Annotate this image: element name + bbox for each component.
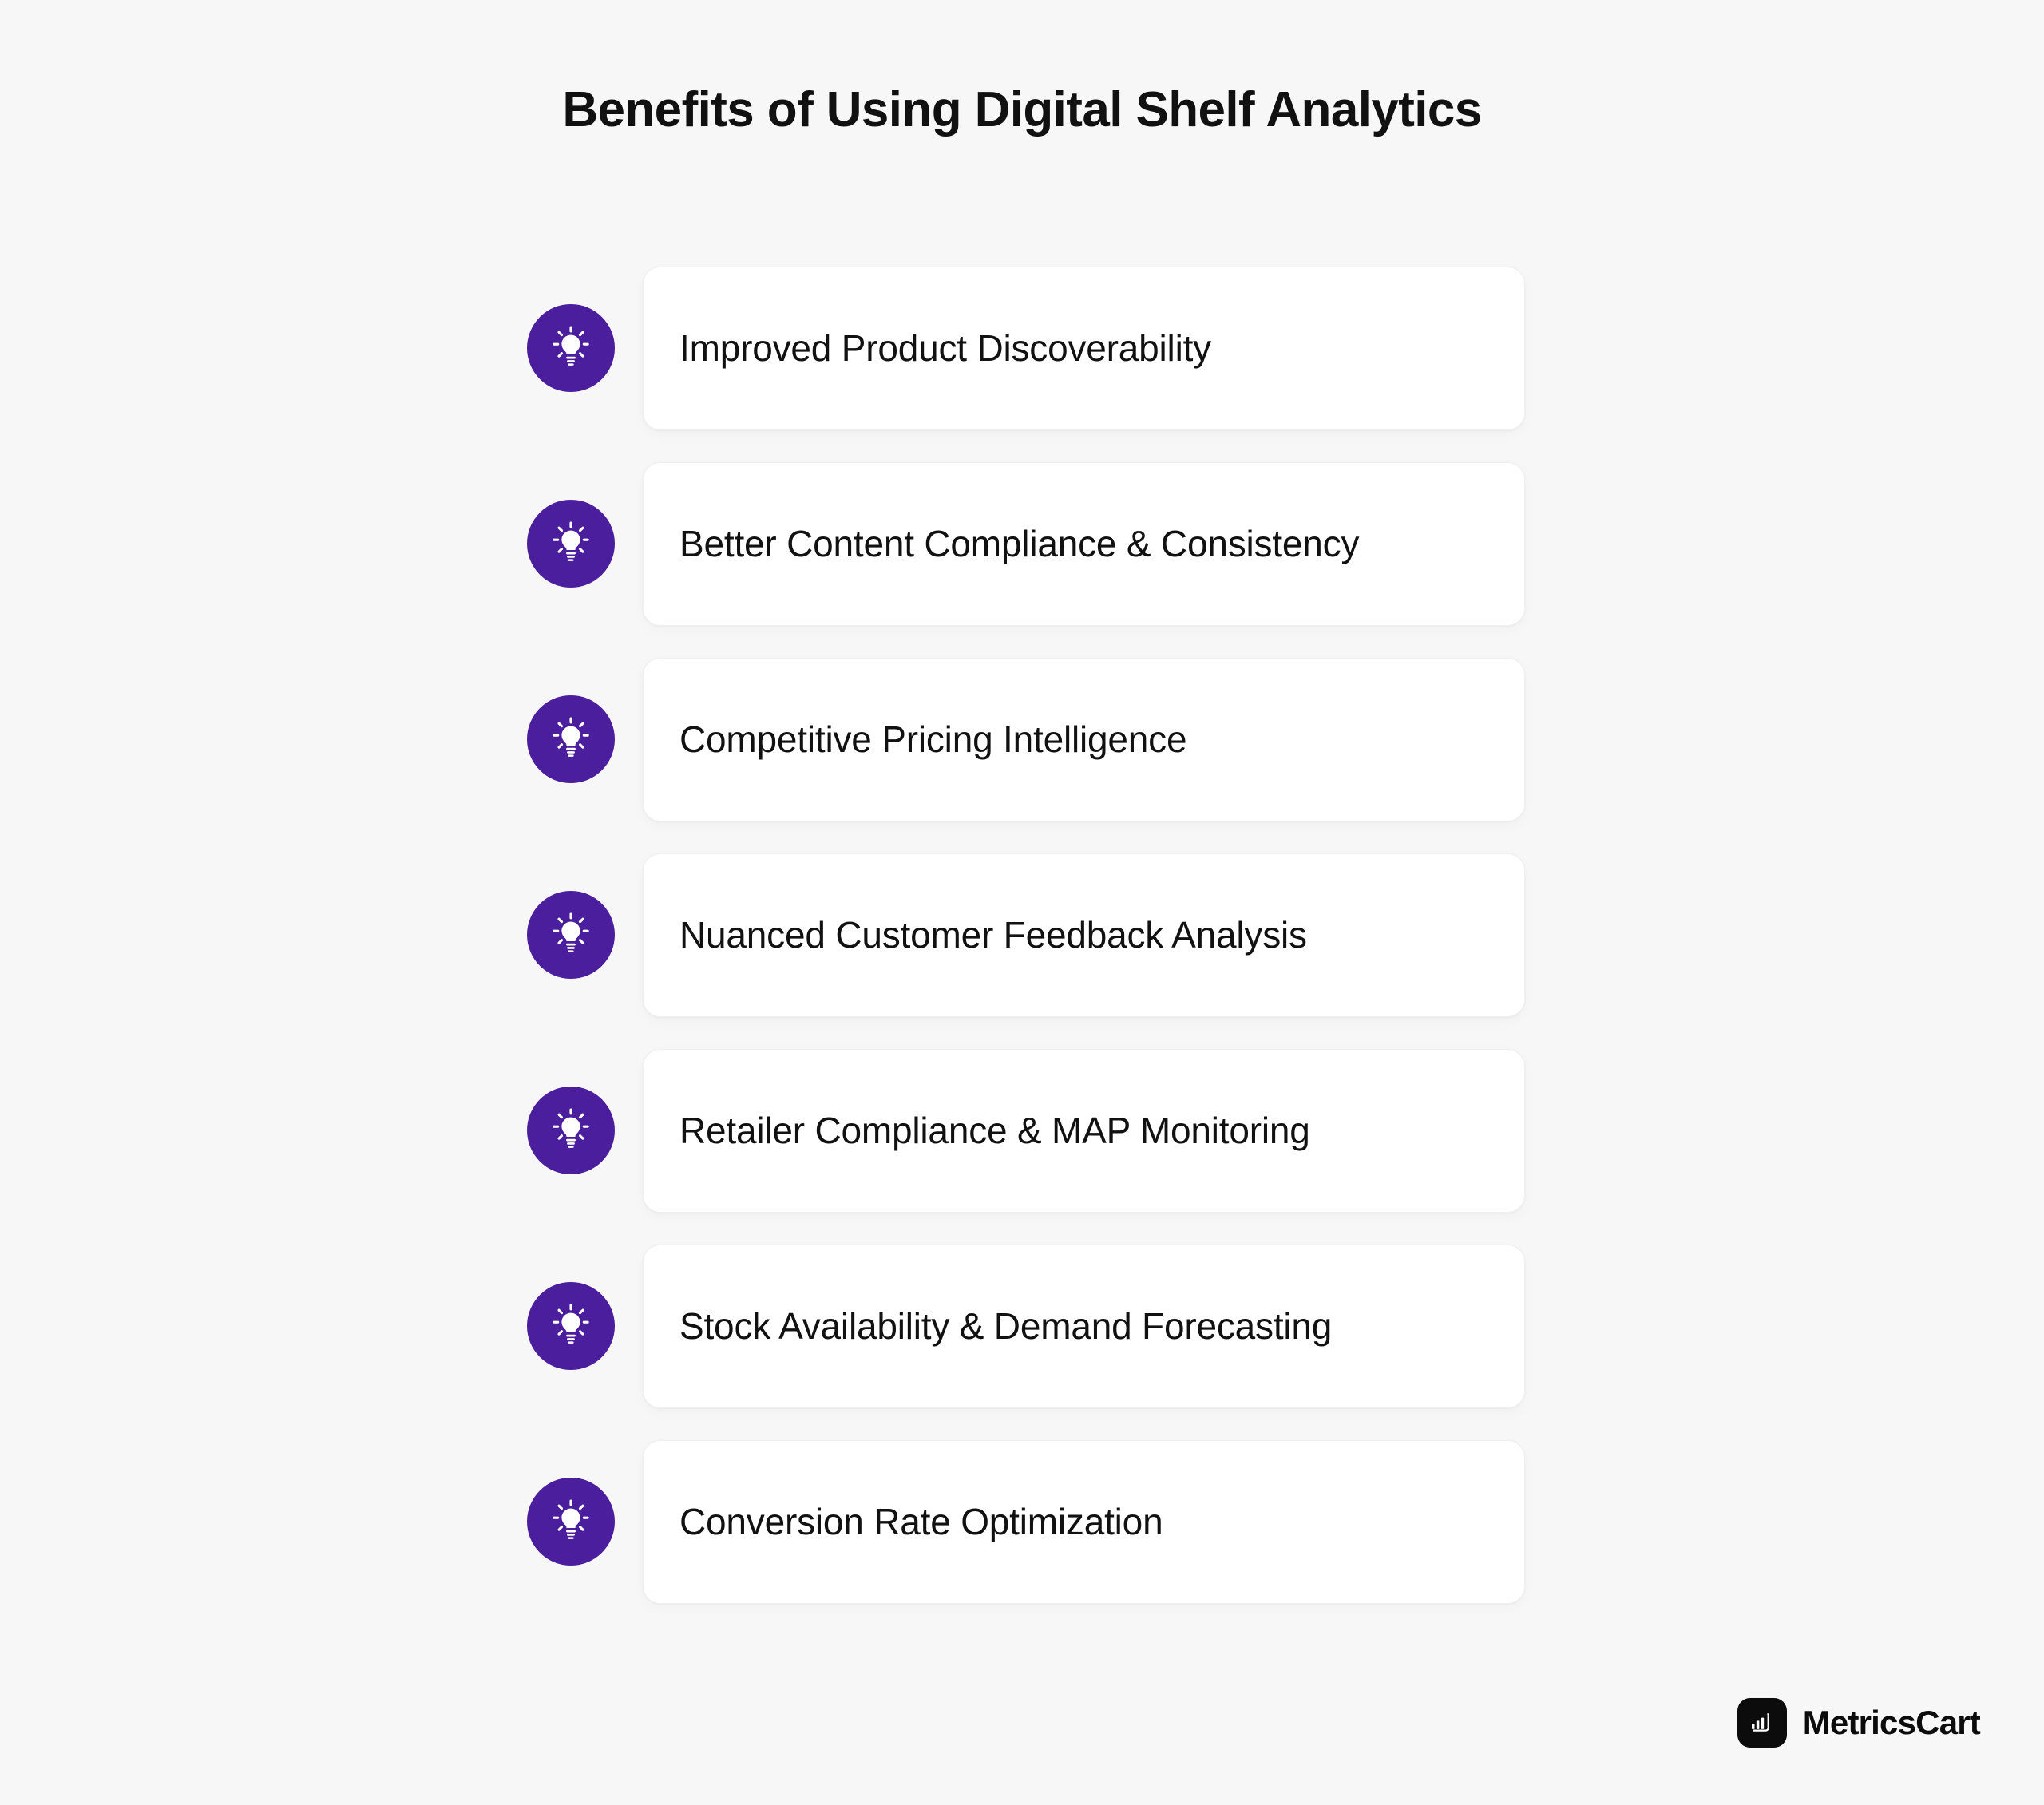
benefits-list: Improved Product Discoverability Better … [527,267,1525,1636]
lightbulb-icon [527,695,615,783]
benefit-label: Retailer Compliance & MAP Monitoring [679,1109,1310,1151]
benefit-card[interactable]: Competitive Pricing Intelligence [643,658,1525,821]
lightbulb-icon [527,891,615,979]
brand-name: MetricsCart [1802,1704,1981,1741]
benefit-card[interactable]: Improved Product Discoverability [643,267,1525,430]
benefit-label: Conversion Rate Optimization [679,1500,1163,1542]
benefit-card[interactable]: Stock Availability & Demand Forecasting [643,1245,1525,1408]
benefit-label: Competitive Pricing Intelligence [679,718,1187,760]
benefit-label: Better Content Compliance & Consistency [679,522,1360,564]
benefit-label: Stock Availability & Demand Forecasting [679,1304,1333,1347]
list-item: Better Content Compliance & Consistency [527,462,1525,626]
benefit-card[interactable]: Better Content Compliance & Consistency [643,462,1525,626]
lightbulb-icon [527,304,615,392]
brand-logo: MetricsCart [1737,1698,1981,1748]
lightbulb-icon [527,1282,615,1370]
benefit-label: Improved Product Discoverability [679,327,1211,369]
list-item: Stock Availability & Demand Forecasting [527,1245,1525,1408]
benefit-label: Nuanced Customer Feedback Analysis [679,913,1307,956]
benefit-card[interactable]: Retailer Compliance & MAP Monitoring [643,1049,1525,1213]
infographic-canvas: Benefits of Using Digital Shelf Analytic… [0,0,2044,1805]
list-item: Competitive Pricing Intelligence [527,658,1525,821]
chart-cart-logo-icon [1737,1698,1787,1748]
benefit-card[interactable]: Nuanced Customer Feedback Analysis [643,853,1525,1017]
benefit-card[interactable]: Conversion Rate Optimization [643,1440,1525,1604]
list-item: Nuanced Customer Feedback Analysis [527,853,1525,1017]
lightbulb-icon [527,1087,615,1174]
list-item: Conversion Rate Optimization [527,1440,1525,1604]
lightbulb-icon [527,500,615,588]
lightbulb-icon [527,1478,615,1566]
list-item: Improved Product Discoverability [527,267,1525,430]
list-item: Retailer Compliance & MAP Monitoring [527,1049,1525,1213]
page-title: Benefits of Using Digital Shelf Analytic… [562,82,1482,137]
